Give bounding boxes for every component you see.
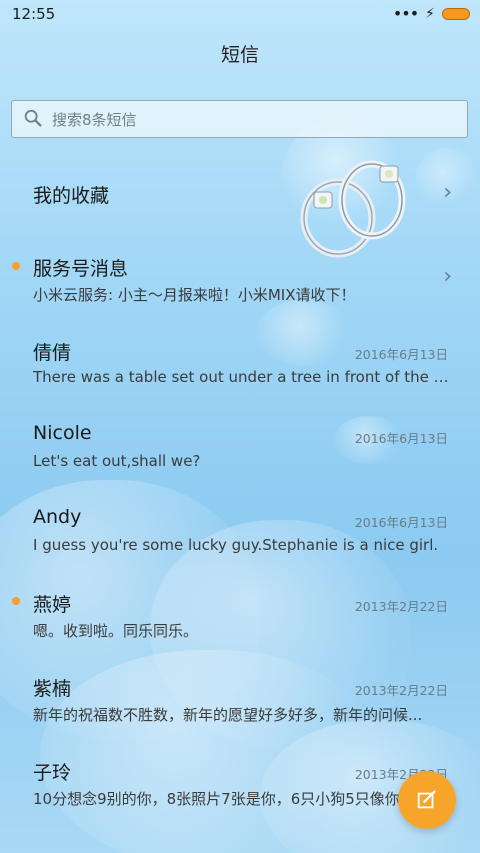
conversation-date: 2013年2月22日: [354, 599, 448, 614]
conversation-list: 我的收藏 › 服务号消息 小米云服务: 小主～月报来啦！小米MIX请收下！ › …: [0, 152, 480, 824]
charging-icon: ⚡: [425, 6, 435, 22]
list-item[interactable]: 紫楠 2013年2月22日 新年的祝福数不胜数，新年的愿望好多好多，新年的问候.…: [0, 656, 480, 740]
conversation-name: 服务号消息: [33, 258, 129, 280]
conversation-name: Nicole: [33, 422, 92, 444]
conversation-name: 燕婷: [33, 594, 72, 616]
conversation-date: 2016年6月13日: [354, 515, 448, 530]
status-time: 12:55: [12, 5, 56, 23]
more-dots-icon: •••: [392, 4, 419, 23]
list-item[interactable]: 服务号消息 小米云服务: 小主～月报来啦！小米MIX请收下！ ›: [0, 236, 480, 320]
search-placeholder: 搜索8条短信: [52, 110, 137, 129]
search-input[interactable]: 搜索8条短信: [11, 100, 468, 138]
conversation-name: 紫楠: [33, 678, 72, 700]
unread-dot: [12, 262, 20, 270]
conversation-preview: 新年的祝福数不胜数，新年的愿望好多好多，新年的问候...: [33, 706, 423, 724]
conversation-date: 2016年6月13日: [354, 431, 448, 446]
list-item[interactable]: Andy 2016年6月13日 I guess you're some luck…: [0, 488, 480, 572]
page-title: 短信: [220, 44, 259, 66]
conversation-name: 倩倩: [33, 342, 72, 364]
conversation-preview: I guess you're some lucky guy.Stephanie …: [33, 536, 439, 554]
conversation-preview: 10分想念9别的你，8张照片7张是你，6只小狗5只像你: [33, 790, 400, 808]
compose-button[interactable]: [398, 771, 456, 829]
conversation-name: Andy: [33, 506, 82, 528]
chevron-right-icon: ›: [443, 264, 452, 289]
conversation-preview: 小米云服务: 小主～月报来啦！小米MIX请收下！: [33, 286, 356, 304]
status-icons: ••• ⚡: [393, 6, 470, 22]
conversation-name: 我的收藏: [33, 185, 110, 207]
conversation-preview: There was a table set out under a tree i…: [33, 368, 449, 386]
chevron-right-icon: ›: [443, 180, 452, 205]
list-item[interactable]: 我的收藏 ›: [0, 152, 480, 236]
battery-icon: [442, 8, 470, 20]
status-bar: 12:55 ••• ⚡: [0, 0, 480, 28]
search-icon: [24, 109, 42, 127]
list-item[interactable]: Nicole 2016年6月13日 Let's eat out,shall we…: [0, 404, 480, 488]
conversation-date: 2013年2月22日: [354, 683, 448, 698]
compose-icon: [417, 790, 436, 809]
conversation-preview: Let's eat out,shall we?: [33, 452, 201, 470]
conversation-name: 子玲: [33, 762, 72, 784]
unread-dot: [12, 597, 20, 605]
conversation-preview: 嗯。收到啦。同乐同乐。: [33, 622, 199, 640]
list-item[interactable]: 倩倩 2016年6月13日 There was a table set out …: [0, 320, 480, 404]
list-item[interactable]: 燕婷 2013年2月22日 嗯。收到啦。同乐同乐。: [0, 572, 480, 656]
conversation-date: 2016年6月13日: [354, 347, 448, 362]
